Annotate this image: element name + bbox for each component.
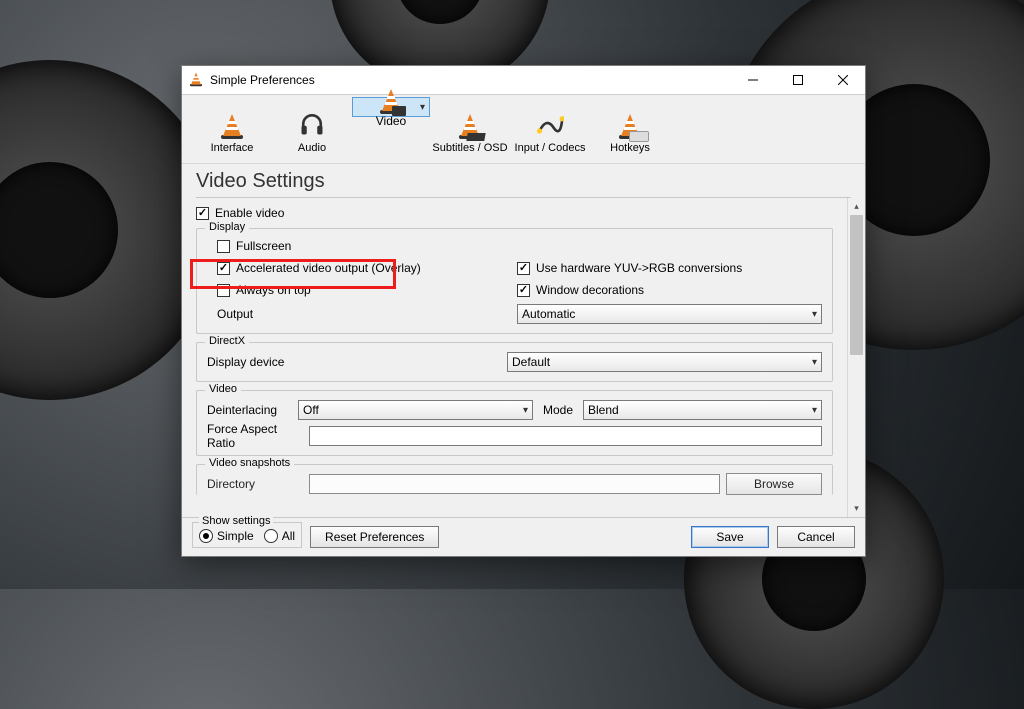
preferences-window: Simple Preferences Interface Audio Video [181,65,866,557]
force-aspect-ratio-input[interactable] [309,426,822,446]
footer: Show settings Simple All Reset Preferenc… [182,517,865,556]
cable-icon [536,106,564,142]
reset-preferences-button[interactable]: Reset Preferences [310,526,439,548]
fullscreen-checkbox[interactable]: Fullscreen [217,237,517,255]
tab-input-codecs[interactable]: Input / Codecs [510,97,590,163]
always-on-top-checkbox[interactable]: Always on top [217,281,517,299]
checkbox-icon [217,262,230,275]
tab-subtitles[interactable]: Subtitles / OSD [430,97,510,163]
group-snapshots: Video snapshots Directory Browse [196,464,833,495]
window-title: Simple Preferences [210,73,730,87]
maximize-button[interactable] [775,66,820,94]
show-settings-group: Show settings Simple All [192,522,302,548]
window-decorations-checkbox[interactable]: Window decorations [517,281,822,299]
checkbox-icon [517,284,530,297]
scroll-up-icon[interactable]: ▴ [848,198,865,215]
checkbox-icon [517,262,530,275]
checkbox-icon [217,240,230,253]
radio-icon [199,529,213,543]
tab-hotkeys[interactable]: Hotkeys [590,97,670,163]
close-button[interactable] [820,66,865,94]
tab-audio[interactable]: Audio [272,97,352,163]
app-cone-icon [182,67,210,93]
headphones-icon [298,106,326,142]
minimize-button[interactable] [730,66,775,94]
cancel-button[interactable]: Cancel [777,526,855,548]
tab-interface[interactable]: Interface [192,97,272,163]
group-directx: DirectX Display device Default [196,342,833,382]
radio-simple[interactable]: Simple [199,529,254,543]
group-display: Display Fullscreen Accelerated video out… [196,228,833,334]
settings-content: Enable video Display Fullscreen Accelera… [182,198,847,517]
directory-label: Directory [207,477,303,491]
scrollbar-thumb[interactable] [850,215,863,355]
display-device-select[interactable]: Default [507,352,822,372]
cone-film-icon [378,84,404,114]
page-title: Video Settings [182,164,865,195]
force-aspect-ratio-label: Force Aspect Ratio [207,422,303,450]
browse-button[interactable]: Browse [726,473,822,495]
output-select[interactable]: Automatic [517,304,822,324]
cone-keyboard-icon [617,106,643,142]
cone-slate-icon [457,106,483,142]
display-device-label: Display device [207,355,284,369]
cone-icon [219,106,245,142]
vertical-scrollbar[interactable]: ▴ ▾ [847,198,865,517]
mode-select[interactable]: Blend [583,400,822,420]
deinterlacing-label: Deinterlacing [207,403,292,417]
scroll-down-icon[interactable]: ▾ [848,500,865,517]
category-toolbar: Interface Audio Video Subtitles / OSD In… [182,95,865,164]
tab-video[interactable]: Video [352,97,430,117]
checkbox-icon [196,207,209,220]
hw-yuv-checkbox[interactable]: Use hardware YUV->RGB conversions [517,259,822,277]
titlebar: Simple Preferences [182,66,865,95]
radio-icon [264,529,278,543]
mode-label: Mode [539,403,577,417]
enable-video-checkbox[interactable]: Enable video [196,204,833,222]
checkbox-icon [217,284,230,297]
accelerated-output-checkbox[interactable]: Accelerated video output (Overlay) [217,259,517,277]
directory-input[interactable] [309,474,720,494]
save-button[interactable]: Save [691,526,769,548]
group-video: Video Deinterlacing Off Mode Blend Force… [196,390,833,456]
output-label: Output [217,307,253,321]
radio-all[interactable]: All [264,529,295,543]
deinterlacing-select[interactable]: Off [298,400,533,420]
